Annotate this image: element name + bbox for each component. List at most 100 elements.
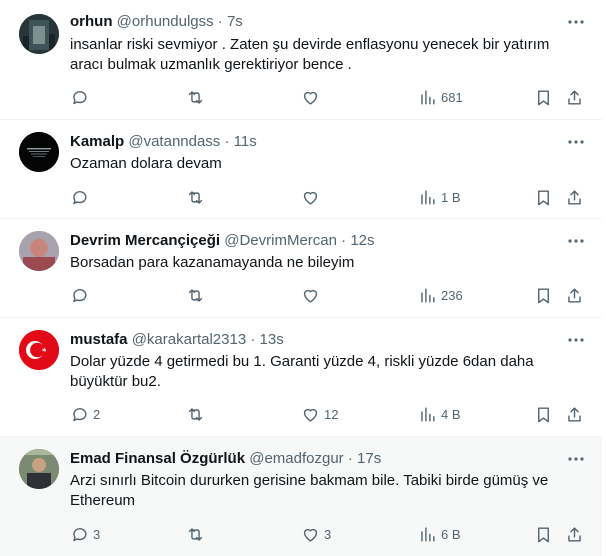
views-button[interactable]: 236 [418,284,463,306]
tweet-actions: 1 B [70,186,584,208]
retweet-icon [188,407,203,421]
share-button[interactable] [565,284,584,306]
tweet-actions: 3 3 6 B [70,523,584,545]
bookmark-icon [538,406,549,422]
tweet[interactable]: orhun @orhundulgss · 7s insanlar riski s… [0,0,602,120]
tweet-header: mustafa @karakartal2313 · 13s [70,330,562,350]
tweet-time[interactable]: 13s [260,331,284,348]
author-handle[interactable]: @DevrimMercan [224,232,337,249]
separator-dot: · [341,232,347,249]
reply-button[interactable] [70,86,93,108]
tweet-actions: 681 [70,86,584,108]
like-count: 3 [324,526,332,542]
reply-button[interactable]: 2 [70,403,100,425]
retweet-button[interactable] [186,523,209,545]
author-name[interactable]: mustafa [70,331,128,348]
bookmark-button[interactable] [534,186,553,208]
reply-count: 2 [93,406,101,422]
tweet-time[interactable]: 7s [227,13,243,30]
bookmark-icon [538,189,549,205]
tweet-text: Ozaman dolara devam [70,155,222,172]
more-icon[interactable] [564,231,588,251]
tweet-actions: 2 12 4 B [70,403,584,425]
bookmark-icon [538,287,549,303]
tweet[interactable]: Devrim Mercançiçeği @DevrimMercan · 12s … [0,219,602,318]
bookmark-button[interactable] [534,403,553,425]
reply-button[interactable] [70,284,93,306]
like-icon [303,91,318,105]
tweet-text: Dolar yüzde 4 getirmedi bu 1. Garanti yü… [70,353,534,390]
reply-button[interactable] [70,186,93,208]
avatar[interactable] [19,132,59,172]
tweet-time[interactable]: 12s [350,232,374,249]
reply-button[interactable]: 3 [70,523,100,545]
views-button[interactable]: 6 B [418,523,461,545]
more-icon[interactable] [564,132,588,152]
like-button[interactable]: 12 [301,403,338,425]
tweet-text: insanlar riski sevmiyor . Zaten şu devir… [70,36,550,73]
tweet-header: Emad Finansal Özgürlük @emadfozgur · 17s [70,449,562,469]
author-name[interactable]: Kamalp [70,133,124,150]
tweet-time[interactable]: 11s [234,133,257,150]
retweet-button[interactable] [186,403,209,425]
tweet-text: Arzi sınırlı Bitcoin dururken gerisine b… [70,472,549,509]
tweet-feed: orhun @orhundulgss · 7s insanlar riski s… [0,0,606,556]
separator-dot: · [217,13,223,30]
avatar[interactable] [19,330,59,370]
share-button[interactable] [565,86,584,108]
more-icon[interactable] [564,330,588,350]
retweet-icon [188,90,203,104]
share-button[interactable] [565,186,584,208]
tweet-header: Kamalp @vatanndass · 11s [70,132,562,152]
views-button[interactable]: 1 B [418,186,461,208]
tweet[interactable]: Kamalp @vatanndass · 11s Ozaman dolara d… [0,120,602,219]
views-button[interactable]: 4 B [418,403,461,425]
bookmark-button[interactable] [534,86,553,108]
author-name[interactable]: Emad Finansal Özgürlük [70,450,245,467]
like-icon [303,408,318,422]
share-icon [568,287,581,303]
like-count: 12 [324,406,339,422]
views-icon [421,406,435,422]
retweet-button[interactable] [186,186,209,208]
author-handle[interactable]: @orhundulgss [117,13,214,30]
share-button[interactable] [565,523,584,545]
tweet-time[interactable]: 17s [357,450,381,467]
like-icon [303,191,318,205]
share-icon [568,406,581,422]
separator-dot: · [224,133,230,150]
author-handle[interactable]: @vatanndass [128,133,220,150]
views-button[interactable]: 681 [418,86,463,108]
share-button[interactable] [565,403,584,425]
author-handle[interactable]: @emadfozgur [249,450,343,467]
author-name[interactable]: Devrim Mercançiçeği [70,232,220,249]
view-count: 236 [441,287,463,303]
tweet[interactable]: Emad Finansal Özgürlük @emadfozgur · 17s… [0,437,602,556]
share-icon [568,526,581,542]
like-button[interactable] [301,186,324,208]
avatar[interactable] [19,231,59,271]
author-handle[interactable]: @karakartal2313 [132,331,246,348]
like-button[interactable] [301,284,324,306]
view-count: 6 B [441,526,461,542]
share-icon [568,89,581,105]
view-count: 1 B [441,189,461,205]
retweet-button[interactable] [186,86,209,108]
author-name[interactable]: orhun [70,13,113,30]
bookmark-icon [538,526,549,542]
views-icon [421,287,435,303]
tweet[interactable]: mustafa @karakartal2313 · 13s Dolar yüzd… [0,318,602,437]
more-icon[interactable] [564,449,588,469]
like-button[interactable]: 3 [301,523,331,545]
reply-count: 3 [93,526,101,542]
avatar[interactable] [19,449,59,489]
more-icon[interactable] [564,12,588,32]
retweet-icon [188,527,203,541]
reply-icon [73,90,87,104]
like-button[interactable] [301,86,324,108]
retweet-button[interactable] [186,284,209,306]
bookmark-button[interactable] [534,284,553,306]
like-icon [303,289,318,303]
bookmark-button[interactable] [534,523,553,545]
avatar[interactable] [19,14,59,54]
